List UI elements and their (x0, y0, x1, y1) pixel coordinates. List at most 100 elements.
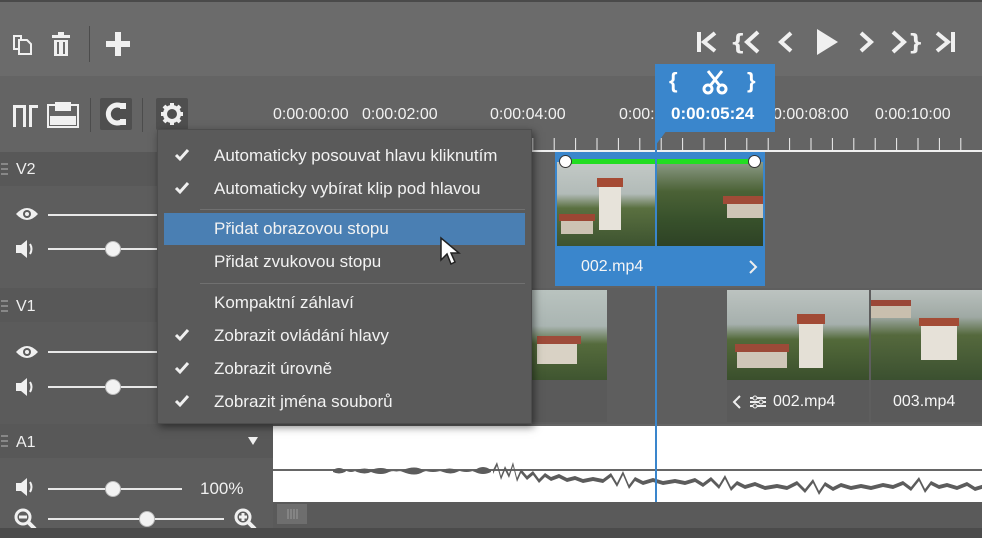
ruler-label: 0:00:08:00 (773, 106, 849, 123)
tools-divider (90, 98, 91, 132)
playhead-time: 0:00:05:24 (671, 104, 755, 123)
mouse-cursor-icon (440, 236, 461, 266)
menu-item-auto-scroll[interactable]: Automaticky posouvat hlavu kliknutím (158, 140, 533, 172)
clip-thumbnail (727, 290, 869, 380)
playhead-control-box: { } 0:00:05:24 (655, 64, 775, 132)
settings-gear-icon[interactable] (156, 98, 188, 130)
scissors-icon[interactable] (701, 68, 729, 96)
ruler-label: 0:00:10:00 (875, 106, 951, 123)
opacity-slider[interactable] (48, 214, 158, 216)
checkmark-icon (174, 149, 190, 162)
track-name: V1 (16, 298, 36, 315)
clip-filename: 002.mp4 (581, 258, 644, 275)
checkmark-icon (174, 362, 190, 375)
menu-item-label: Přidat obrazovou stopu (214, 219, 389, 238)
trim-right-arrow-icon[interactable] (748, 260, 758, 274)
play-icon[interactable] (812, 26, 842, 58)
track-title-bar[interactable] (0, 424, 273, 458)
trim-left-arrow-icon[interactable] (732, 395, 742, 409)
track-name: V2 (16, 161, 36, 178)
menu-item-label: Přidat zvukovou stopu (214, 252, 382, 271)
clip-thumbnail (871, 290, 982, 380)
volume-icon[interactable] (14, 376, 38, 398)
volume-slider[interactable] (48, 248, 158, 250)
zoom-slider[interactable] (48, 518, 224, 520)
zoom-slider-knob[interactable] (139, 511, 155, 527)
checkmark-icon (174, 182, 190, 195)
next-edit-icon[interactable]: } (890, 28, 922, 56)
menu-item-label: Zobrazit jména souborů (214, 392, 393, 411)
step-forward-icon[interactable] (856, 28, 878, 56)
clip-thumbnail (557, 162, 763, 246)
playhead-pointer (655, 130, 667, 146)
skip-to-end-icon[interactable] (934, 28, 958, 56)
menu-item-show-playhead-controls[interactable]: Zobrazit ovládání hlavy (158, 320, 533, 352)
menu-item-auto-select[interactable]: Automaticky vybírat klip pod hlavou (158, 173, 533, 205)
svg-text:}: } (908, 31, 922, 55)
step-back-icon[interactable] (774, 28, 796, 56)
track-lane-a1[interactable] (273, 426, 982, 502)
clip-v1-002[interactable]: 002.mp4 (727, 290, 869, 422)
ripple-icon[interactable] (10, 100, 40, 130)
menu-item-label: Zobrazit úrovně (214, 359, 333, 378)
bottom-splitter[interactable] (0, 528, 982, 538)
ruler-label: 0:00:00:00 (273, 106, 349, 123)
trash-icon[interactable] (48, 30, 74, 58)
add-icon[interactable] (104, 30, 132, 58)
drag-handle-icon[interactable] (0, 432, 10, 466)
menu-item-label: Kompaktní záhlaví (214, 293, 354, 312)
volume-icon[interactable] (14, 476, 38, 498)
playhead-line[interactable] (655, 132, 657, 502)
audio-waveform (273, 462, 982, 495)
menu-item-label: Automaticky vybírat klip pod hlavou (214, 179, 481, 198)
checkmark-icon (174, 329, 190, 342)
tools-divider-2 (142, 98, 143, 132)
svg-text:{: { (730, 31, 746, 55)
clip-v1-partial[interactable] (527, 290, 607, 422)
eye-icon[interactable] (14, 204, 40, 224)
lift-icon[interactable] (46, 100, 80, 130)
toolbar-divider (89, 26, 90, 62)
eye-icon[interactable] (14, 342, 40, 362)
menu-item-compact-header[interactable]: Kompaktní záhlaví (158, 287, 533, 319)
menu-separator (200, 209, 525, 210)
track-menu-arrow-icon[interactable] (246, 434, 260, 448)
volume-slider[interactable] (48, 386, 158, 388)
volume-level: 100% (200, 479, 244, 498)
set-out-icon[interactable]: } (747, 68, 756, 94)
ruler-label: 0:00:02:00 (362, 106, 438, 123)
copy-icon[interactable] (8, 30, 36, 58)
main-toolbar: { } (0, 0, 982, 76)
clip-filename: 003.mp4 (893, 393, 956, 410)
fade-bar[interactable] (565, 159, 755, 164)
drag-handle-icon[interactable] (0, 160, 10, 178)
opacity-slider[interactable] (48, 351, 158, 353)
volume-slider-knob[interactable] (105, 379, 121, 395)
menu-item-show-levels[interactable]: Zobrazit úrovně (158, 353, 533, 385)
track-name: A1 (16, 434, 36, 451)
menu-item-add-video-track[interactable]: Přidat obrazovou stopu (164, 213, 525, 245)
skip-to-start-icon[interactable] (694, 28, 718, 56)
snap-magnet-icon[interactable] (100, 98, 132, 130)
menu-item-label: Automaticky posouvat hlavu kliknutím (214, 146, 498, 165)
fade-out-handle[interactable] (748, 155, 761, 168)
fade-in-handle[interactable] (559, 155, 572, 168)
set-in-icon[interactable]: { (669, 68, 678, 94)
previous-edit-icon[interactable]: { (730, 28, 762, 56)
clip-filename: 002.mp4 (773, 393, 836, 410)
volume-slider-knob[interactable] (105, 241, 121, 257)
ruler-label: 0:00:04:00 (490, 106, 566, 123)
menu-item-add-audio-track[interactable]: Přidat zvukovou stopu (158, 246, 533, 278)
volume-slider-knob[interactable] (105, 481, 121, 497)
volume-icon[interactable] (14, 238, 38, 260)
menu-item-label: Zobrazit ovládání hlavy (214, 326, 389, 345)
checkmark-icon (174, 395, 190, 408)
filter-adjust-icon[interactable] (749, 395, 767, 409)
clip-v2-selected[interactable]: 002.mp4 (555, 152, 765, 286)
menu-item-show-filenames[interactable]: Zobrazit jména souborů (158, 386, 533, 418)
clip-v1-003[interactable]: 003.mp4 (871, 290, 982, 422)
track-header-a1: A1 100% (0, 424, 273, 502)
drag-handle-icon[interactable] (0, 297, 10, 315)
settings-context-menu: Automaticky posouvat hlavu kliknutím Aut… (157, 129, 532, 424)
horizontal-scrollbar-thumb[interactable] (277, 504, 307, 524)
